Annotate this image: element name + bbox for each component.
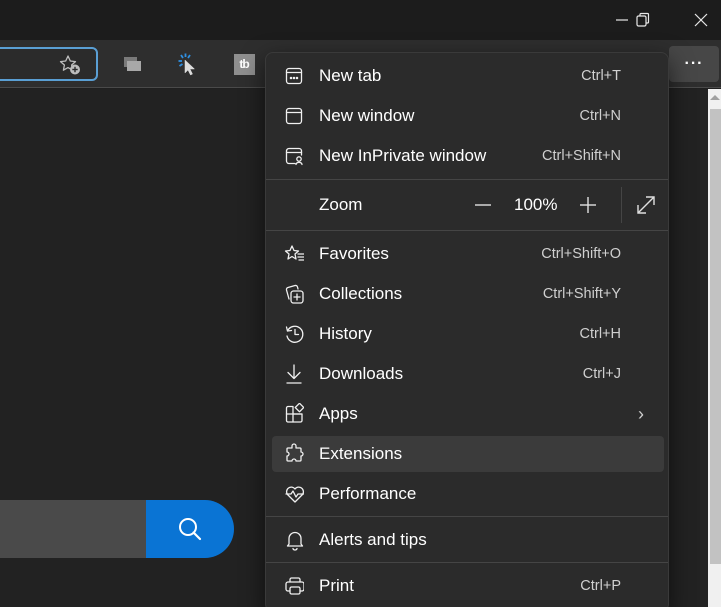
close-button[interactable] (676, 0, 721, 40)
settings-and-more-button[interactable]: ··· (669, 46, 719, 82)
stacked-windows-icon (124, 57, 141, 71)
heart-pulse-icon (284, 484, 304, 504)
zoom-out-button[interactable] (469, 191, 497, 219)
download-icon (284, 364, 304, 384)
chevron-right-icon: › (638, 403, 644, 424)
zoom-control: Zoom 100% (272, 183, 664, 227)
new-tab-icon (284, 66, 304, 86)
menu-separator (266, 230, 668, 231)
puzzle-icon (284, 443, 304, 464)
scroll-up-arrow-icon[interactable] (710, 95, 720, 100)
search-input[interactable] (0, 500, 146, 558)
menu-item-collections[interactable]: Collections Ctrl+Shift+Y (272, 276, 664, 312)
search-button[interactable] (146, 500, 234, 558)
menu-item-apps[interactable]: Apps › (272, 396, 664, 432)
zoom-level: 100% (514, 195, 558, 214)
title-bar (0, 0, 721, 40)
menu-separator (266, 562, 668, 563)
more-dots-icon: ··· (684, 55, 704, 72)
page-scrollbar[interactable] (708, 89, 721, 607)
zoom-label: Zoom (319, 195, 363, 214)
favorites-icon (284, 244, 304, 264)
menu-item-alerts-and-tips[interactable]: Alerts and tips (272, 522, 664, 558)
address-bar[interactable] (0, 47, 98, 81)
cursor-extension-button[interactable] (174, 50, 202, 78)
collections-icon (284, 284, 304, 304)
tb-logo-icon: tb (233, 53, 255, 75)
cursor-click-icon (178, 53, 196, 76)
menu-item-new-window[interactable]: New window Ctrl+N (272, 98, 664, 134)
menu-item-new-inprivate-window[interactable]: New InPrivate window Ctrl+Shift+N (272, 138, 664, 174)
restore-button[interactable] (618, 0, 668, 40)
close-icon (694, 13, 708, 27)
zoom-in-button[interactable] (574, 191, 602, 219)
bell-icon (284, 530, 304, 551)
restore-icon (636, 12, 650, 27)
menu-item-new-tab[interactable]: New tab Ctrl+T (272, 58, 664, 94)
zoom-divider (621, 187, 622, 223)
menu-item-performance[interactable]: Performance (272, 476, 664, 512)
menu-separator (266, 516, 668, 517)
history-icon (284, 324, 304, 344)
menu-separator (266, 179, 668, 180)
apps-icon (284, 403, 304, 424)
menu-item-favorites[interactable]: Favorites Ctrl+Shift+O (272, 236, 664, 272)
plus-icon (580, 197, 596, 213)
inprivate-icon (284, 146, 304, 166)
minus-icon (475, 204, 491, 206)
menu-item-extensions[interactable]: Extensions (272, 436, 664, 472)
tb-extension-button[interactable]: tb (230, 50, 258, 78)
menu-item-print[interactable]: Print Ctrl+P (272, 568, 664, 604)
full-screen-button[interactable] (632, 191, 660, 219)
fullscreen-icon (637, 196, 655, 214)
menu-item-downloads[interactable]: Downloads Ctrl+J (272, 356, 664, 392)
window-icon (284, 106, 304, 126)
menu-item-history[interactable]: History Ctrl+H (272, 316, 664, 352)
add-favorite-button[interactable] (58, 54, 82, 76)
star-plus-icon (59, 55, 80, 75)
search-icon (179, 518, 202, 541)
printer-icon (284, 576, 304, 596)
scrollbar-thumb[interactable] (710, 109, 721, 564)
tab-manager-extension-button[interactable] (119, 50, 147, 78)
settings-and-more-menu: New tab Ctrl+T New window Ctrl+N New InP… (265, 52, 669, 607)
